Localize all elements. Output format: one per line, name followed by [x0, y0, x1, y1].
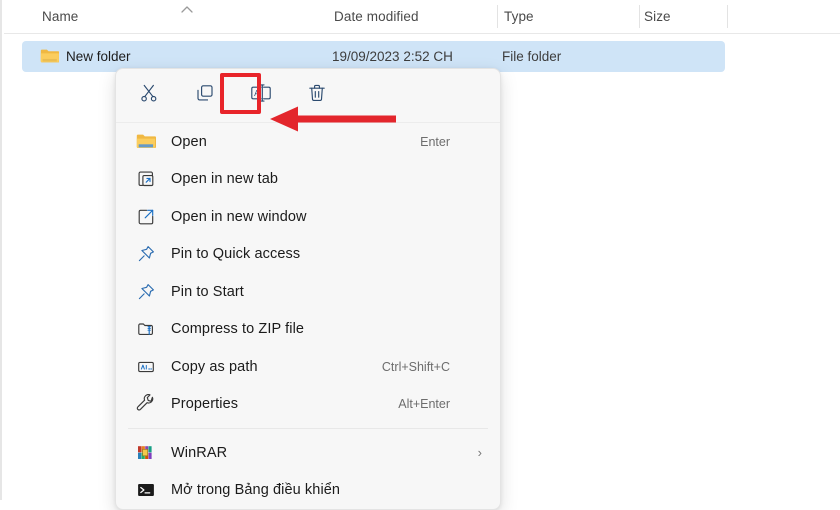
rename-button[interactable]: A [244, 79, 278, 113]
column-divider[interactable] [639, 5, 640, 28]
copy-icon [195, 83, 215, 108]
context-menu-item-pin-quick-access[interactable]: Pin to Quick access [116, 236, 500, 274]
column-header-bar: Name Date modified Type Size [4, 0, 840, 34]
pin-icon [132, 281, 160, 303]
copy-button[interactable] [188, 79, 222, 113]
column-divider[interactable] [497, 5, 498, 28]
context-menu-item-label: Open [171, 133, 207, 150]
context-menu-item-label: Pin to Start [171, 283, 244, 300]
context-menu-item-properties[interactable]: Properties Alt+Enter [116, 386, 500, 424]
context-menu-toolbar: A [116, 69, 500, 123]
column-header-type[interactable]: Type [504, 0, 534, 33]
cut-button[interactable] [132, 79, 166, 113]
winrar-icon [132, 442, 160, 464]
context-menu-item-label: Mở trong Bảng điều khiển [171, 482, 341, 499]
scissors-icon [139, 83, 159, 108]
context-menu-item-open-new-tab[interactable]: Open in new tab [116, 161, 500, 199]
context-menu-item-list: Open Enter Open in new tab Open in new wi… [116, 123, 500, 509]
context-menu-item-label: Compress to ZIP file [171, 321, 305, 338]
context-menu-item-shortcut: Enter [420, 134, 450, 149]
context-menu-item-open[interactable]: Open Enter [116, 123, 500, 161]
context-menu-item-shortcut: Alt+Enter [398, 397, 450, 412]
context-menu: A Open Enter Open in new tab Open in new… [115, 68, 501, 510]
delete-button[interactable] [300, 79, 334, 113]
folder-icon [40, 48, 60, 64]
column-header-size[interactable]: Size [644, 0, 671, 33]
rename-icon: A [250, 83, 272, 108]
context-menu-item-label: Open in new window [171, 208, 307, 225]
context-menu-item-label: Properties [171, 396, 239, 413]
context-menu-item-label: Open in new tab [171, 171, 279, 188]
column-header-name[interactable]: Name [42, 0, 78, 33]
context-menu-item-label: WinRAR [171, 444, 228, 461]
column-header-date-modified[interactable]: Date modified [334, 0, 419, 33]
context-menu-item-copy-as-path[interactable]: Copy as path Ctrl+Shift+C [116, 348, 500, 386]
column-divider[interactable] [727, 5, 728, 28]
context-menu-item-compress-zip[interactable]: Compress to ZIP file [116, 311, 500, 349]
svg-text:A: A [254, 88, 260, 98]
trash-icon [307, 83, 327, 108]
wrench-icon [132, 393, 160, 415]
new-window-icon [132, 206, 160, 228]
context-menu-separator [128, 428, 488, 429]
new-tab-icon [132, 168, 160, 190]
context-menu-item-label: Copy as path [171, 358, 258, 375]
file-type-cell: File folder [502, 49, 562, 64]
chevron-right-icon: › [477, 445, 482, 461]
copy-path-icon [132, 356, 160, 378]
context-menu-item-shortcut: Ctrl+Shift+C [381, 359, 450, 374]
folder-icon [132, 131, 160, 153]
file-explorer-window: Name Date modified Type Size New folder … [0, 0, 840, 510]
zip-icon [132, 318, 160, 340]
terminal-icon [132, 479, 160, 501]
context-menu-item-label: Pin to Quick access [171, 246, 301, 263]
pin-icon [132, 243, 160, 265]
context-menu-item-open-new-window[interactable]: Open in new window [116, 198, 500, 236]
context-menu-item-winrar[interactable]: WinRAR › [116, 434, 500, 472]
context-menu-item-pin-start[interactable]: Pin to Start [116, 273, 500, 311]
context-menu-item-open-in-terminal[interactable]: Mở trong Bảng điều khiển [116, 472, 500, 510]
sort-ascending-chevron-up-icon [180, 2, 194, 14]
